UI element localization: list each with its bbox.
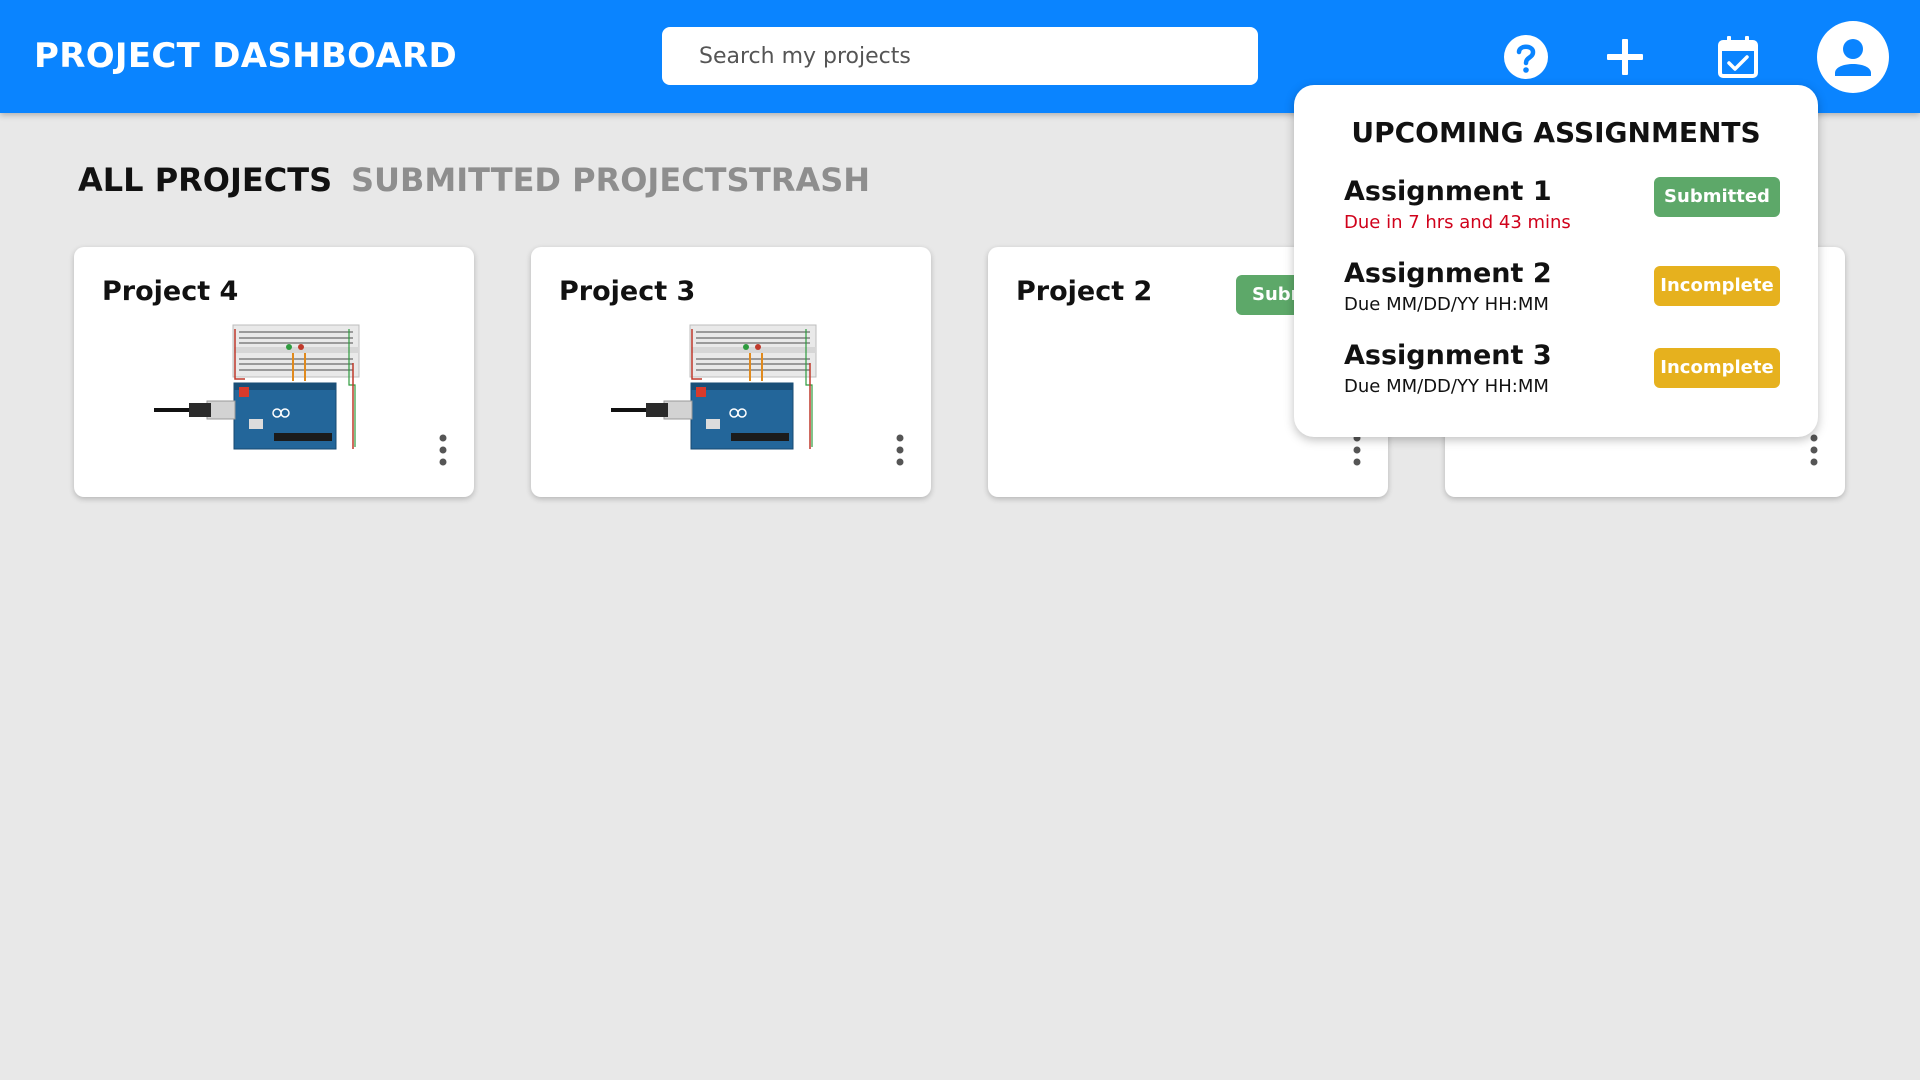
project-thumbnail [606, 323, 836, 451]
tab-trash[interactable]: TRASH [749, 158, 870, 202]
project-card[interactable]: Project 3 [531, 247, 931, 497]
app-title: PROJECT DASHBOARD [34, 36, 458, 76]
more-options-icon[interactable] [1807, 433, 1821, 467]
assignment-item[interactable]: Assignment 3 Due MM/DD/YY HH:MM Incomple… [1344, 339, 1784, 399]
assignment-due: Due MM/DD/YY HH:MM [1344, 376, 1549, 397]
project-card[interactable]: Project 4 [74, 247, 474, 497]
search-input[interactable] [662, 27, 1258, 85]
upcoming-assignments-popup: UPCOMING ASSIGNMENTS Assignment 1 Due in… [1294, 85, 1818, 437]
assignment-due: Due MM/DD/YY HH:MM [1344, 294, 1549, 315]
project-title: Project 4 [102, 276, 239, 307]
assignment-item[interactable]: Assignment 2 Due MM/DD/YY HH:MM Incomple… [1344, 257, 1784, 317]
search-field[interactable] [662, 27, 1258, 85]
more-options-icon[interactable] [1350, 433, 1364, 467]
more-options-icon[interactable] [893, 433, 907, 467]
project-title: Project 2 [1016, 276, 1153, 307]
assignment-name: Assignment 1 [1344, 176, 1552, 207]
plus-icon[interactable] [1604, 36, 1646, 78]
status-badge: Incomplete [1654, 266, 1780, 306]
help-icon[interactable] [1503, 34, 1549, 80]
status-badge: Incomplete [1654, 348, 1780, 388]
tab-submitted-projects[interactable]: SUBMITTED PROJECTS [351, 158, 750, 202]
assignment-item[interactable]: Assignment 1 Due in 7 hrs and 43 mins Su… [1344, 175, 1784, 235]
user-avatar-icon[interactable] [1817, 21, 1889, 93]
more-options-icon[interactable] [436, 433, 450, 467]
assignment-name: Assignment 3 [1344, 340, 1552, 371]
assignment-due: Due in 7 hrs and 43 mins [1344, 212, 1571, 233]
status-badge: Submitted [1654, 177, 1780, 217]
assignment-name: Assignment 2 [1344, 258, 1552, 289]
popup-title: UPCOMING ASSIGNMENTS [1351, 116, 1761, 149]
project-thumbnail [149, 323, 379, 451]
tab-all-projects[interactable]: ALL PROJECTS [78, 158, 332, 202]
calendar-check-icon[interactable] [1716, 34, 1760, 80]
project-title: Project 3 [559, 276, 696, 307]
